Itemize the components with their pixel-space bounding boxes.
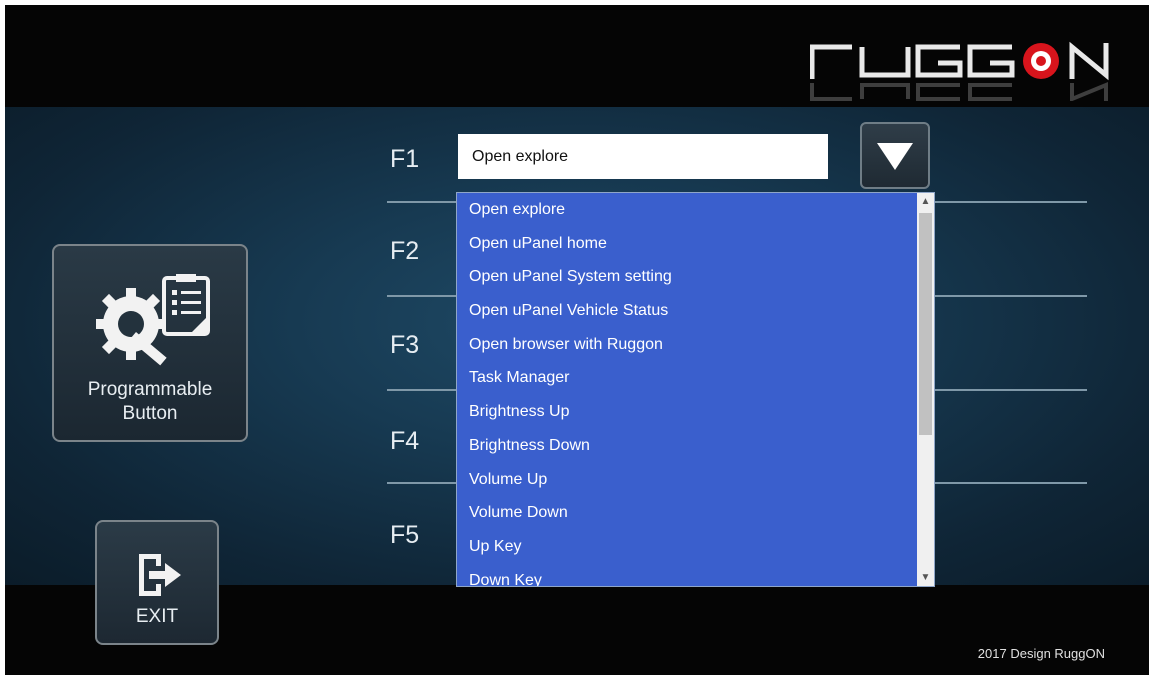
fkey-label-f4: F4 — [390, 427, 420, 455]
scroll-up-icon[interactable]: ▲ — [917, 193, 934, 210]
scrollbar-thumb[interactable] — [919, 213, 932, 435]
triangle-down-icon — [877, 143, 913, 170]
footer-credit: 2017 Design RuggON — [977, 646, 1105, 661]
dropdown-option[interactable]: Open uPanel Vehicle Status — [457, 294, 915, 328]
programmable-label-line1: Programmable — [87, 379, 213, 400]
ruggon-logo — [810, 41, 1109, 81]
fkey-label-f1: F1 — [390, 145, 420, 173]
exit-label: EXIT — [135, 606, 179, 627]
f1-dropdown-list[interactable]: Open explore Open uPanel home Open uPane… — [456, 192, 935, 587]
dropdown-option[interactable]: Up Key — [457, 530, 915, 564]
dropdown-option[interactable]: Task Manager — [457, 361, 915, 395]
f1-action-select[interactable]: Open explore — [458, 134, 828, 179]
dropdown-scrollbar[interactable]: ▲ ▼ — [917, 193, 934, 586]
dropdown-option[interactable]: Down Key — [457, 564, 915, 586]
fkey-label-f3: F3 — [390, 331, 420, 359]
exit-door-icon — [139, 554, 181, 596]
fkey-label-f5: F5 — [390, 521, 420, 549]
dropdown-option[interactable]: Brightness Up — [457, 395, 915, 429]
logo-reflection — [810, 82, 1108, 101]
programmable-button[interactable]: Programmable Button — [52, 244, 248, 442]
f1-dropdown-toggle[interactable] — [860, 122, 930, 189]
dropdown-option[interactable]: Open uPanel home — [457, 227, 915, 261]
scroll-down-icon[interactable]: ▼ — [917, 569, 934, 586]
dropdown-option[interactable]: Open explore — [457, 193, 915, 227]
fkey-label-f2: F2 — [390, 237, 420, 265]
dropdown-option[interactable]: Open browser with Ruggon — [457, 328, 915, 362]
app-window: Programmable Button EXIT F1 F2 F3 F4 F5 … — [5, 5, 1149, 675]
dropdown-option[interactable]: Brightness Down — [457, 429, 915, 463]
programmable-label-line2: Button — [122, 403, 178, 424]
gear-wrench-clipboard-icon — [96, 274, 210, 366]
exit-button[interactable]: EXIT — [95, 520, 219, 645]
dropdown-option[interactable]: Volume Up — [457, 463, 915, 497]
dropdown-option[interactable]: Open uPanel System setting — [457, 260, 915, 294]
dropdown-option[interactable]: Volume Down — [457, 496, 915, 530]
